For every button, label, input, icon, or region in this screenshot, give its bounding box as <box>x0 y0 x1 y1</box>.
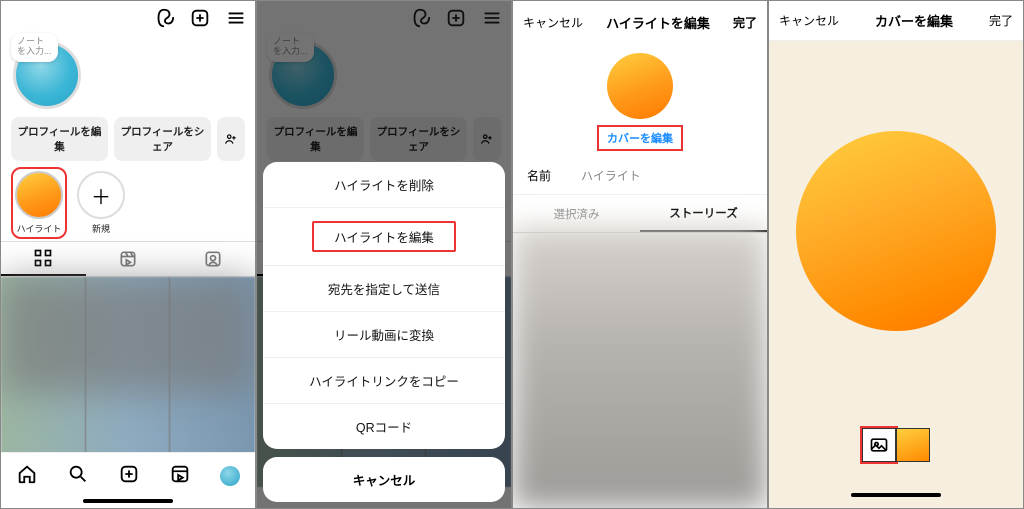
done-button[interactable]: 完了 <box>989 12 1013 29</box>
action-sheet: ハイライトを削除 ハイライトを編集 宛先を指定して送信 リール動画に変換 ハイラ… <box>263 162 505 502</box>
profile-buttons: プロフィールを編集 プロフィールをシェア <box>1 117 255 171</box>
discover-people-button[interactable] <box>217 117 245 161</box>
panel-profile: ノート を入力... プロフィールを編集 プロフィールをシェア ハイライト ＋ … <box>0 0 256 509</box>
name-value: ハイライト <box>581 167 641 184</box>
cover-preview-circle[interactable] <box>796 131 996 331</box>
sheet-edit-highlight[interactable]: ハイライトを編集 <box>263 208 505 266</box>
sheet-convert-reel[interactable]: リール動画に変換 <box>263 312 505 358</box>
grid-blur <box>1 277 255 393</box>
tab-grid[interactable] <box>1 242 86 276</box>
cancel-button[interactable]: キャンセル <box>523 14 583 31</box>
edit-profile-button[interactable]: プロフィールを編集 <box>11 117 108 161</box>
avatar-area: ノート を入力... <box>1 35 255 117</box>
home-indicator <box>83 499 173 503</box>
cancel-button[interactable]: キャンセル <box>779 12 839 29</box>
note-bubble[interactable]: ノート を入力... <box>11 33 58 62</box>
highlight-new[interactable]: ＋ 新規 <box>77 171 125 235</box>
cover-thumb-current[interactable] <box>896 428 930 462</box>
cover-section: カバーを編集 <box>513 43 767 157</box>
sheet-edit-highlight-label: ハイライトを編集 <box>312 221 456 252</box>
highlights-row: ハイライト ＋ 新規 <box>1 171 255 241</box>
highlight-cover <box>15 171 63 219</box>
highlight-label: ハイライト <box>17 222 62 235</box>
nav-home-icon[interactable] <box>16 463 38 490</box>
stories-grid-blur <box>513 227 767 508</box>
pick-image-button[interactable] <box>862 428 896 462</box>
sheet-delete-highlight[interactable]: ハイライトを削除 <box>263 162 505 208</box>
panel-action-sheet: ノート を入力... プロフィールを編集 プロフィールをシェア ハイライト ＋ … <box>256 0 512 509</box>
profile-header <box>1 1 255 35</box>
panel-edit-cover: キャンセル カバーを編集 完了 <box>768 0 1024 509</box>
cover-thumb-row <box>862 428 930 462</box>
sheet-copy-link[interactable]: ハイライトリンクをコピー <box>263 358 505 404</box>
done-button[interactable]: 完了 <box>733 14 757 31</box>
name-key: 名前 <box>527 167 551 184</box>
highlight-item[interactable]: ハイライト <box>15 171 63 235</box>
edit-cover-link[interactable]: カバーを編集 <box>597 125 683 151</box>
home-indicator <box>851 493 941 497</box>
page-title: カバーを編集 <box>875 11 953 30</box>
nav-reels-icon[interactable] <box>169 463 191 490</box>
edit-highlight-header: キャンセル ハイライトを編集 完了 <box>513 1 767 43</box>
sheet-send-to[interactable]: 宛先を指定して送信 <box>263 266 505 312</box>
panel-edit-highlight: キャンセル ハイライトを編集 完了 カバーを編集 名前 ハイライト 選択済み ス… <box>512 0 768 509</box>
share-profile-button[interactable]: プロフィールをシェア <box>114 117 211 161</box>
name-row[interactable]: 名前 ハイライト <box>513 157 767 195</box>
sheet-cancel[interactable]: キャンセル <box>263 457 505 502</box>
highlight-new-label: 新規 <box>92 222 110 235</box>
sheet-qr-code[interactable]: QRコード <box>263 404 505 449</box>
tab-reels[interactable] <box>86 242 171 276</box>
threads-icon[interactable] <box>153 7 175 29</box>
tab-tagged[interactable] <box>170 242 255 276</box>
nav-create-icon[interactable] <box>118 463 140 490</box>
edit-cover-header: キャンセル カバーを編集 完了 <box>769 1 1023 41</box>
profile-tabs <box>1 241 255 277</box>
page-title: ハイライトを編集 <box>606 13 710 32</box>
nav-profile-icon[interactable] <box>220 466 240 486</box>
create-post-icon[interactable] <box>189 7 211 29</box>
menu-icon[interactable] <box>225 7 247 29</box>
highlight-cover-preview[interactable] <box>607 53 673 119</box>
plus-icon: ＋ <box>77 171 125 219</box>
nav-search-icon[interactable] <box>67 463 89 490</box>
bottom-nav <box>1 452 255 508</box>
cover-stage <box>769 41 1023 508</box>
